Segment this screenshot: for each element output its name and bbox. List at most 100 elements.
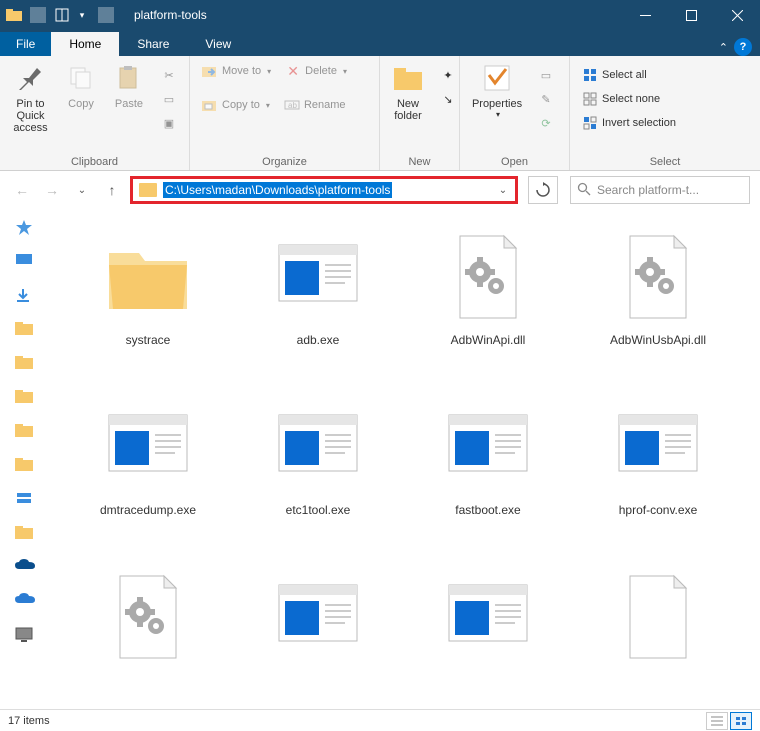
monitor-icon[interactable] <box>15 627 33 643</box>
file-item[interactable]: AdbWinApi.dll <box>408 229 568 389</box>
chevron-down-icon[interactable]: ▾ <box>74 7 90 23</box>
edit-button[interactable]: ✎ <box>532 88 560 110</box>
file-name: hprof-conv.exe <box>619 503 698 517</box>
dll-icon <box>100 569 196 665</box>
invert-selection-label: Invert selection <box>602 117 676 129</box>
copy-path-button[interactable]: ▭ <box>155 88 183 110</box>
folder-icon[interactable] <box>15 321 33 337</box>
onedrive-icon[interactable] <box>15 593 33 609</box>
address-path[interactable]: C:\Users\madan\Downloads\platform-tools <box>161 181 493 199</box>
folder-icon[interactable] <box>15 423 33 439</box>
tab-view[interactable]: View <box>187 32 249 56</box>
quick-access-icon[interactable] <box>15 219 33 235</box>
group-label-open: Open <box>466 154 563 170</box>
file-item[interactable] <box>578 569 738 709</box>
copy-button[interactable]: Copy <box>59 60 103 112</box>
address-bar[interactable]: C:\Users\madan\Downloads\platform-tools … <box>130 176 518 204</box>
move-to-button[interactable]: Move to▾ <box>196 60 277 82</box>
copy-to-button[interactable]: Copy to▾ <box>196 94 276 116</box>
downloads-icon[interactable] <box>15 287 33 303</box>
tab-strip: File Home Share View ⌃ ? <box>0 30 760 56</box>
details-view-button[interactable] <box>706 712 728 730</box>
large-icons-view-button[interactable] <box>730 712 752 730</box>
exe-icon <box>440 399 536 495</box>
file-item[interactable]: hprof-conv.exe <box>578 399 738 559</box>
file-item[interactable] <box>408 569 568 709</box>
new-folder-label: New folder <box>392 98 424 122</box>
rename-icon: ab <box>284 97 300 113</box>
close-button[interactable] <box>714 0 760 30</box>
window-title: platform-tools <box>124 8 207 22</box>
select-all-icon <box>582 67 598 83</box>
new-item-button[interactable]: ✦ <box>434 64 462 86</box>
paste-shortcut-icon: ▣ <box>161 115 177 131</box>
file-list[interactable]: systraceadb.exeAdbWinApi.dll AdbWinUsbApi… <box>48 209 760 709</box>
rename-button[interactable]: ab Rename <box>278 94 352 116</box>
paste-shortcut-button[interactable]: ▣ <box>155 112 183 134</box>
tab-home[interactable]: Home <box>51 32 119 56</box>
navigation-pane[interactable] <box>0 209 48 709</box>
refresh-button[interactable] <box>528 176 558 204</box>
history-button[interactable]: ⟳ <box>532 112 560 134</box>
paste-icon <box>113 62 145 94</box>
collapse-ribbon-icon[interactable]: ⌃ <box>719 41 728 54</box>
back-button[interactable]: ← <box>10 178 34 202</box>
invert-selection-button[interactable]: Invert selection <box>576 112 682 134</box>
delete-button[interactable]: ✕ Delete▾ <box>279 60 353 82</box>
file-item[interactable]: AdbWinUsbApi.dll <box>578 229 738 389</box>
file-item[interactable]: systrace <box>68 229 228 389</box>
folder-icon[interactable] <box>15 389 33 405</box>
select-none-icon <box>582 91 598 107</box>
dll-icon <box>440 229 536 325</box>
delete-icon: ✕ <box>285 63 301 79</box>
properties-icon[interactable] <box>54 7 70 23</box>
file-item[interactable]: fastboot.exe <box>408 399 568 559</box>
tab-file[interactable]: File <box>0 32 51 56</box>
search-input[interactable]: Search platform-t... <box>570 176 750 204</box>
folder-icon[interactable] <box>15 525 33 541</box>
select-all-button[interactable]: Select all <box>576 64 682 86</box>
paste-button[interactable]: Paste <box>107 60 151 112</box>
file-item[interactable]: etc1tool.exe <box>238 399 398 559</box>
folder-icon[interactable] <box>15 457 33 473</box>
address-dropdown-icon[interactable]: ⌄ <box>493 185 513 196</box>
move-to-label: Move to <box>222 65 261 77</box>
file-item[interactable] <box>68 569 228 709</box>
minimize-button[interactable] <box>622 0 668 30</box>
history-icon: ⟳ <box>538 115 554 131</box>
open-button[interactable]: ▭ <box>532 64 560 86</box>
group-label-new: New <box>386 154 453 170</box>
dll-icon <box>610 229 706 325</box>
onedrive-icon[interactable] <box>15 559 33 575</box>
divider <box>30 7 46 23</box>
help-icon[interactable]: ? <box>734 38 752 56</box>
title-bar: ▾ platform-tools <box>0 0 760 30</box>
maximize-button[interactable] <box>668 0 714 30</box>
forward-button[interactable]: → <box>40 178 64 202</box>
edit-icon: ✎ <box>538 91 554 107</box>
tab-share[interactable]: Share <box>119 32 187 56</box>
file-name: dmtracedump.exe <box>100 503 196 517</box>
desktop-icon[interactable] <box>15 253 33 269</box>
cut-button[interactable]: ✂ <box>155 64 183 86</box>
open-icon: ▭ <box>538 67 554 83</box>
file-item[interactable]: adb.exe <box>238 229 398 389</box>
copy-to-label: Copy to <box>222 99 260 111</box>
new-folder-button[interactable]: New folder <box>386 60 430 124</box>
folder-icon[interactable] <box>15 355 33 371</box>
recent-locations-button[interactable]: ⌄ <box>70 178 94 202</box>
new-folder-icon <box>392 62 424 94</box>
this-pc-icon[interactable] <box>15 491 33 507</box>
up-button[interactable]: ↑ <box>100 178 124 202</box>
exe-icon <box>270 229 366 325</box>
easy-access-button[interactable]: ↘ <box>434 88 462 110</box>
select-all-label: Select all <box>602 69 647 81</box>
file-name: AdbWinUsbApi.dll <box>610 333 706 347</box>
copy-to-icon <box>202 97 218 113</box>
exe-icon <box>610 399 706 495</box>
file-item[interactable]: dmtracedump.exe <box>68 399 228 559</box>
select-none-button[interactable]: Select none <box>576 88 682 110</box>
pin-to-quick-access-button[interactable]: Pin to Quick access <box>6 60 55 136</box>
file-item[interactable] <box>238 569 398 709</box>
properties-button[interactable]: Properties▾ <box>466 60 528 121</box>
